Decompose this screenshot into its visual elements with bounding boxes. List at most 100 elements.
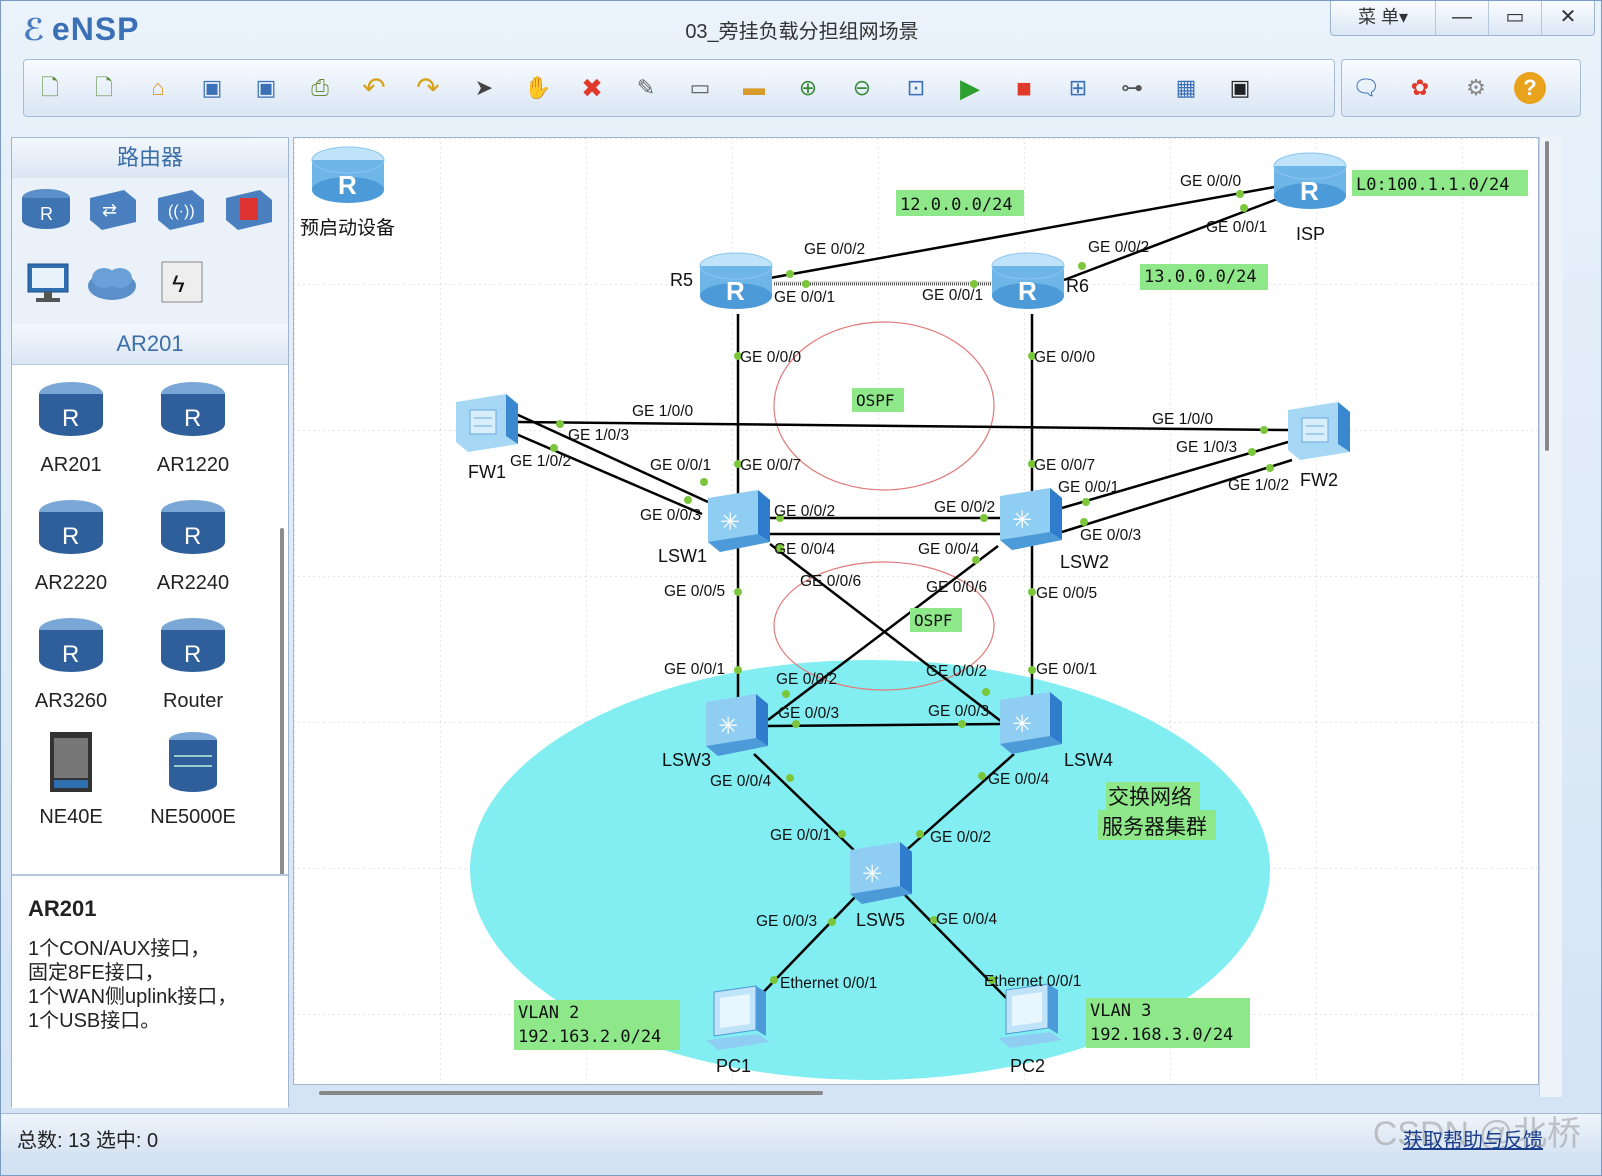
note-loopback[interactable]: L0:100.1.1.0/24 <box>1352 170 1528 196</box>
text-icon[interactable]: ▭ <box>684 72 716 104</box>
port-label: GE 0/0/5 <box>1036 585 1097 602</box>
start-icon[interactable]: ▶ <box>954 72 986 104</box>
router-icon: R <box>161 618 225 672</box>
note-text: 12.0.0.0/24 <box>900 195 1013 215</box>
canvas-horizontal-scrollbar[interactable] <box>319 1091 823 1095</box>
menu-button[interactable]: 菜 单▾ <box>1331 1 1435 35</box>
port-label: GE 0/0/4 <box>988 771 1050 788</box>
router-category-icon[interactable]: R <box>18 184 74 234</box>
router-icon <box>991 252 1065 310</box>
app-window: ℰeNSP 03_旁挂负载分担组网场景 菜 单▾ — ▭ ✕ 🗋 🗋 ⌂ ▣ ▣… <box>0 0 1602 1176</box>
note-cluster[interactable]: 交换网络 服务器集群 <box>1098 782 1216 840</box>
fit-icon[interactable]: ⊡ <box>900 72 932 104</box>
help-icon[interactable]: ? <box>1514 72 1546 104</box>
svg-text:R: R <box>184 405 201 432</box>
device-label: Router <box>162 690 224 712</box>
prestart-device[interactable]: 预启动设备 <box>300 146 395 239</box>
device-ar1220[interactable]: R AR1220 <box>138 378 248 477</box>
redo-icon[interactable]: ↷ <box>412 72 444 104</box>
note-text: OSPF <box>856 391 895 410</box>
status-bar: 总数: 13 选中: 0 CSDN @北桥 获取帮助与反馈 <box>1 1113 1601 1154</box>
router-icon <box>699 252 773 310</box>
device-ar2240[interactable]: R AR2240 <box>138 496 248 595</box>
port-label: GE 0/0/1 <box>922 287 983 304</box>
device-ar2220[interactable]: R AR2220 <box>16 496 126 595</box>
maximize-button[interactable]: ▭ <box>1488 1 1541 35</box>
open-icon[interactable]: ⌂ <box>142 72 174 104</box>
new-example-icon[interactable]: 🗋 <box>88 72 120 104</box>
switch-category-icon[interactable]: ⇄ <box>84 184 140 234</box>
title-bar: ℰeNSP 03_旁挂负载分担组网场景 菜 单▾ — ▭ ✕ <box>1 1 1601 55</box>
note-net12[interactable]: 12.0.0.0/24 <box>896 190 1024 216</box>
other-device-category-icon[interactable]: ϟ <box>154 258 210 308</box>
chat-icon[interactable]: 🗨 <box>1350 72 1382 104</box>
close-button[interactable]: ✕ <box>1541 1 1594 35</box>
rectangle-icon[interactable]: ▬ <box>738 72 770 104</box>
device-ne5000e[interactable]: NE5000E <box>138 730 248 829</box>
device-list-scrollbar[interactable] <box>280 528 284 900</box>
device-label: PC1 <box>716 1056 751 1076</box>
device-label: LSW1 <box>658 546 707 566</box>
wireless-category-icon[interactable]: ((·)) <box>152 184 208 234</box>
zoom-out-icon[interactable]: ⊖ <box>846 72 878 104</box>
zoom-in-icon[interactable]: ⊕ <box>792 72 824 104</box>
port-label: GE 0/0/3 <box>1080 527 1141 544</box>
pc-icon <box>705 985 771 1051</box>
firewall-category-icon[interactable] <box>220 184 276 234</box>
new-topology-icon[interactable]: 🗋 <box>34 72 66 104</box>
topology-canvas[interactable]: R ✳ <box>293 137 1539 1085</box>
device-description: AR201 1个CON/AUX接口， 固定8FE接口， 1个WAN侧uplink… <box>12 874 288 1108</box>
note-text: 13.0.0.0/24 <box>1144 267 1257 287</box>
note-text: 服务器集群 <box>1102 816 1207 839</box>
cloud-category-icon[interactable] <box>84 258 140 308</box>
note-vlan2[interactable]: VLAN 2 192.163.2.0/24 <box>514 1000 680 1050</box>
device-label: NE40E <box>39 806 103 828</box>
device-label: LSW5 <box>856 910 905 930</box>
hand-icon[interactable]: ✋ <box>522 72 554 104</box>
port-label: GE 0/0/1 <box>650 457 711 474</box>
svg-text:⇄: ⇄ <box>102 200 117 220</box>
router-icon: R <box>39 618 103 672</box>
device-ar201[interactable]: R AR201 <box>16 378 126 477</box>
minimize-button[interactable]: — <box>1435 1 1488 35</box>
delete-icon[interactable]: ✖ <box>576 72 608 104</box>
pc-category-icon[interactable] <box>20 258 76 308</box>
device-label: AR201 <box>40 454 102 476</box>
port-label: GE 0/0/0 <box>1034 349 1096 366</box>
port-label: GE 0/0/6 <box>926 579 987 596</box>
port-label: GE 0/0/0 <box>740 349 802 366</box>
capture-icon[interactable]: ⊞ <box>1062 72 1094 104</box>
topology-icon[interactable]: ⊶ <box>1116 72 1148 104</box>
device-lsw5[interactable]: LSW5 <box>850 842 912 930</box>
undo-icon[interactable]: ↶ <box>358 72 390 104</box>
chassis-router-icon <box>50 732 92 792</box>
device-router[interactable]: R Router <box>138 614 248 713</box>
port-label: GE 0/0/4 <box>774 541 836 558</box>
print-icon[interactable]: ⎙ <box>304 72 336 104</box>
save-icon[interactable]: ▣ <box>196 72 228 104</box>
terminal-icon[interactable]: ▣ <box>1224 72 1256 104</box>
delete-link-icon[interactable]: ✎ <box>630 72 662 104</box>
port-label: GE 0/0/1 <box>770 827 831 844</box>
right-toolbar: 🗨 ✿ ⚙ ? <box>1341 59 1581 117</box>
note-vlan3[interactable]: VLAN 3 192.168.3.0/24 <box>1086 998 1250 1048</box>
device-ne40e[interactable]: NE40E <box>16 730 126 829</box>
stop-icon[interactable]: ■ <box>1008 72 1040 104</box>
select-pointer-icon[interactable]: ➤ <box>468 72 500 104</box>
save-as-icon[interactable]: ▣ <box>250 72 282 104</box>
help-feedback-link[interactable]: 获取帮助与反馈 <box>1403 1124 1543 1153</box>
port-label: GE 0/0/3 <box>778 705 839 722</box>
settings-icon[interactable]: ⚙ <box>1460 72 1492 104</box>
huawei-icon[interactable]: ✿ <box>1404 72 1436 104</box>
note-ospf-upper[interactable]: OSPF <box>852 388 904 412</box>
grid-icon[interactable]: ▦ <box>1170 72 1202 104</box>
note-net13[interactable]: 13.0.0.0/24 <box>1140 264 1268 290</box>
note-ospf-lower[interactable]: OSPF <box>910 608 962 632</box>
svg-text:ϟ: ϟ <box>172 271 185 298</box>
note-text: VLAN 3 <box>1090 1001 1151 1021</box>
canvas-vertical-scrollbar[interactable] <box>1545 141 1549 451</box>
port-label: GE 0/0/1 <box>1036 661 1097 678</box>
device-ar3260[interactable]: R AR3260 <box>16 614 126 713</box>
port-label: Ethernet 0/0/1 <box>984 973 1081 990</box>
device-label: AR1220 <box>156 454 230 476</box>
